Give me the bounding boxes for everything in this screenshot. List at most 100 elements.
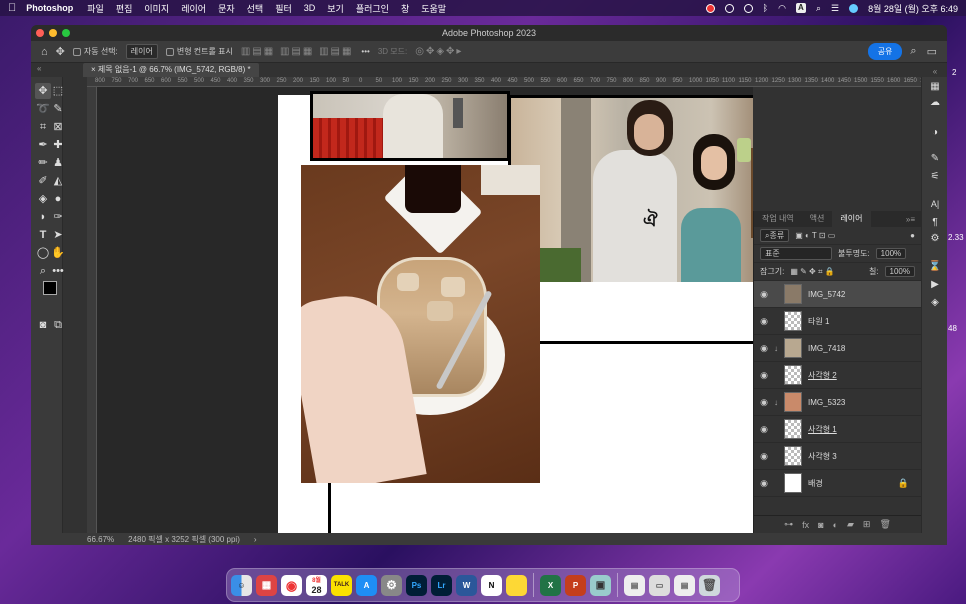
pen-tool-icon[interactable]: ✑ <box>50 209 66 225</box>
checkbox-icon[interactable] <box>72 47 81 56</box>
layer-row[interactable]: ◉ IMG_5742 <box>754 281 921 308</box>
document-canvas[interactable]: ঐ <box>278 91 753 533</box>
hand-tool-icon[interactable]: ✋ <box>50 245 66 261</box>
photo-frame-couple[interactable]: ঐ <box>508 95 753 286</box>
kakaotalk-icon[interactable]: TALK <box>331 574 352 596</box>
quick-select-tool-icon[interactable]: ✎ <box>50 101 66 117</box>
notes-icon[interactable]: ■ <box>506 574 527 596</box>
layer-row[interactable]: ◉ 사각형 1 <box>754 416 921 443</box>
layer-row[interactable]: ◉ ↓ IMG_5323 <box>754 389 921 416</box>
workspace-icon[interactable]: ▭ <box>927 45 937 58</box>
search-icon[interactable]: ⌕ <box>816 3 821 14</box>
fx-icon[interactable]: fx <box>802 520 809 530</box>
eye-icon[interactable]: ◉ <box>754 316 774 327</box>
eye-icon[interactable]: ◉ <box>754 289 774 300</box>
wifi-icon[interactable]: ◠ <box>778 3 786 14</box>
document-thumbnail-icon[interactable]: ▤ <box>624 574 645 596</box>
bluetooth-icon[interactable]: ᛒ <box>763 3 768 13</box>
app-menu[interactable]: Photoshop <box>26 3 73 13</box>
creative-cloud-icon[interactable] <box>724 3 734 13</box>
record-icon[interactable] <box>705 3 715 13</box>
document-thumbnail-icon[interactable]: ▤ <box>674 574 695 596</box>
rectangle-2[interactable] <box>536 282 753 344</box>
zoom-tool-icon[interactable]: ⌕ <box>35 263 51 279</box>
actions-icon[interactable]: ▶ <box>928 279 942 293</box>
filter-icons[interactable]: ▣ ◐ T ⊡ ▭ <box>795 231 835 240</box>
share-button[interactable]: 공유 <box>867 43 903 60</box>
notion-icon[interactable]: N <box>481 574 502 596</box>
libraries-icon[interactable]: ☁ <box>928 97 942 111</box>
layer-name[interactable]: IMG_7418 <box>808 344 845 353</box>
menu-plugins[interactable]: 플러그인 <box>356 2 389 15</box>
menu-view[interactable]: 보기 <box>327 2 344 15</box>
new-layer-icon[interactable]: ⊞ <box>863 519 871 530</box>
dodge-tool-icon[interactable]: ◗ <box>35 209 51 225</box>
move-tool-icon[interactable]: ✥ <box>56 45 65 58</box>
marquee-tool-icon[interactable]: ⬚ <box>50 83 66 99</box>
character-icon[interactable]: A| <box>928 199 942 213</box>
filter-toggle-icon[interactable]: ● <box>910 231 915 240</box>
menu-layer[interactable]: 레이어 <box>181 2 206 15</box>
photo-iced-coffee[interactable] <box>301 165 540 483</box>
home-icon[interactable]: ⌂ <box>41 46 48 58</box>
lasso-tool-icon[interactable]: ➰ <box>35 101 51 117</box>
layer-row[interactable]: ◉ 사각형 2 <box>754 362 921 389</box>
document-tab[interactable]: × 제목 없음-1 @ 66.7% (IMG_5742, RGB/8) * <box>83 63 259 77</box>
excel-icon[interactable]: X <box>540 574 561 596</box>
menu-3d[interactable]: 3D <box>304 3 316 13</box>
menu-edit[interactable]: 편집 <box>116 2 133 15</box>
preview-icon[interactable]: ▣ <box>590 574 611 596</box>
menu-help[interactable]: 도움말 <box>421 2 446 15</box>
eye-icon[interactable]: ◉ <box>754 343 774 354</box>
layer-name[interactable]: 사각형 2 <box>808 370 837 381</box>
eyedropper-tool-icon[interactable]: ✒ <box>35 137 51 153</box>
word-icon[interactable]: W <box>456 574 477 596</box>
tab-actions[interactable]: 액션 <box>802 211 833 227</box>
eye-icon[interactable]: ◉ <box>754 451 774 462</box>
photo-frame-top[interactable] <box>310 91 510 161</box>
adjustments-icon[interactable]: ◑ <box>928 127 942 141</box>
apple-menu-icon[interactable]:  <box>8 2 16 14</box>
brush-settings-icon[interactable]: ✎ <box>928 153 942 167</box>
opacity-field[interactable]: 100% <box>875 248 907 259</box>
menu-image[interactable]: 이미지 <box>144 2 169 15</box>
glyphs-icon[interactable]: ⚙ <box>928 233 942 247</box>
fill-field[interactable]: 100% <box>884 266 915 277</box>
eye-icon[interactable]: ◉ <box>754 370 774 381</box>
tab-layers[interactable]: 레이어 <box>832 211 871 227</box>
tab-history[interactable]: 작업 내역 <box>754 211 802 227</box>
auto-select-dropdown[interactable]: 레이어 <box>125 44 158 59</box>
checkbox-icon[interactable] <box>165 47 174 56</box>
adjustment-layer-icon[interactable]: ◐ <box>833 520 838 530</box>
new-group-icon[interactable]: ▰ <box>847 519 854 530</box>
chrome-icon[interactable]: ◉ <box>281 574 302 596</box>
history-brush-icon[interactable]: ✐ <box>35 173 51 189</box>
quick-mask-icon[interactable]: ◙ <box>35 317 51 333</box>
link-layers-icon[interactable]: ⊶ <box>784 519 793 530</box>
eye-icon[interactable]: ◉ <box>754 478 774 489</box>
healing-tool-icon[interactable]: ✚ <box>50 137 66 153</box>
crop-tool-icon[interactable]: ⌗ <box>35 119 51 135</box>
paint-bucket-icon[interactable]: ◈ <box>35 191 51 207</box>
layers-icon[interactable]: ◈ <box>928 297 942 311</box>
properties-icon[interactable]: ⚟ <box>928 171 942 185</box>
system-settings-icon[interactable]: ⚙ <box>381 574 402 596</box>
path-select-icon[interactable]: ➤ <box>50 227 66 243</box>
menu-filter[interactable]: 필터 <box>275 2 292 15</box>
brush-tool-icon[interactable]: ✏ <box>35 155 51 171</box>
canvas-area[interactable]: ঐ <box>97 87 753 533</box>
app-store-icon[interactable]: A <box>356 574 377 596</box>
menu-window[interactable]: 창 <box>401 2 409 15</box>
menu-select[interactable]: 선택 <box>247 2 264 15</box>
layer-row[interactable]: ◉ ↓ IMG_7418 <box>754 335 921 362</box>
launchpad-icon[interactable]: ▦ <box>256 574 277 596</box>
document-thumbnail-icon[interactable]: ▭ <box>649 574 670 596</box>
control-center-icon[interactable]: ☰ <box>831 3 839 14</box>
menubar-clock[interactable]: 8월 28일 (월) 오후 6:49 <box>868 2 958 15</box>
layer-row[interactable]: ◉ 타원 1 <box>754 308 921 335</box>
add-mask-icon[interactable]: ◙ <box>818 520 823 530</box>
menu-type[interactable]: 문자 <box>218 2 235 15</box>
paragraph-icon[interactable]: ¶ <box>928 217 942 231</box>
stamp-tool-icon[interactable]: ♟ <box>50 155 66 171</box>
collapse-icon[interactable]: « <box>928 67 942 81</box>
